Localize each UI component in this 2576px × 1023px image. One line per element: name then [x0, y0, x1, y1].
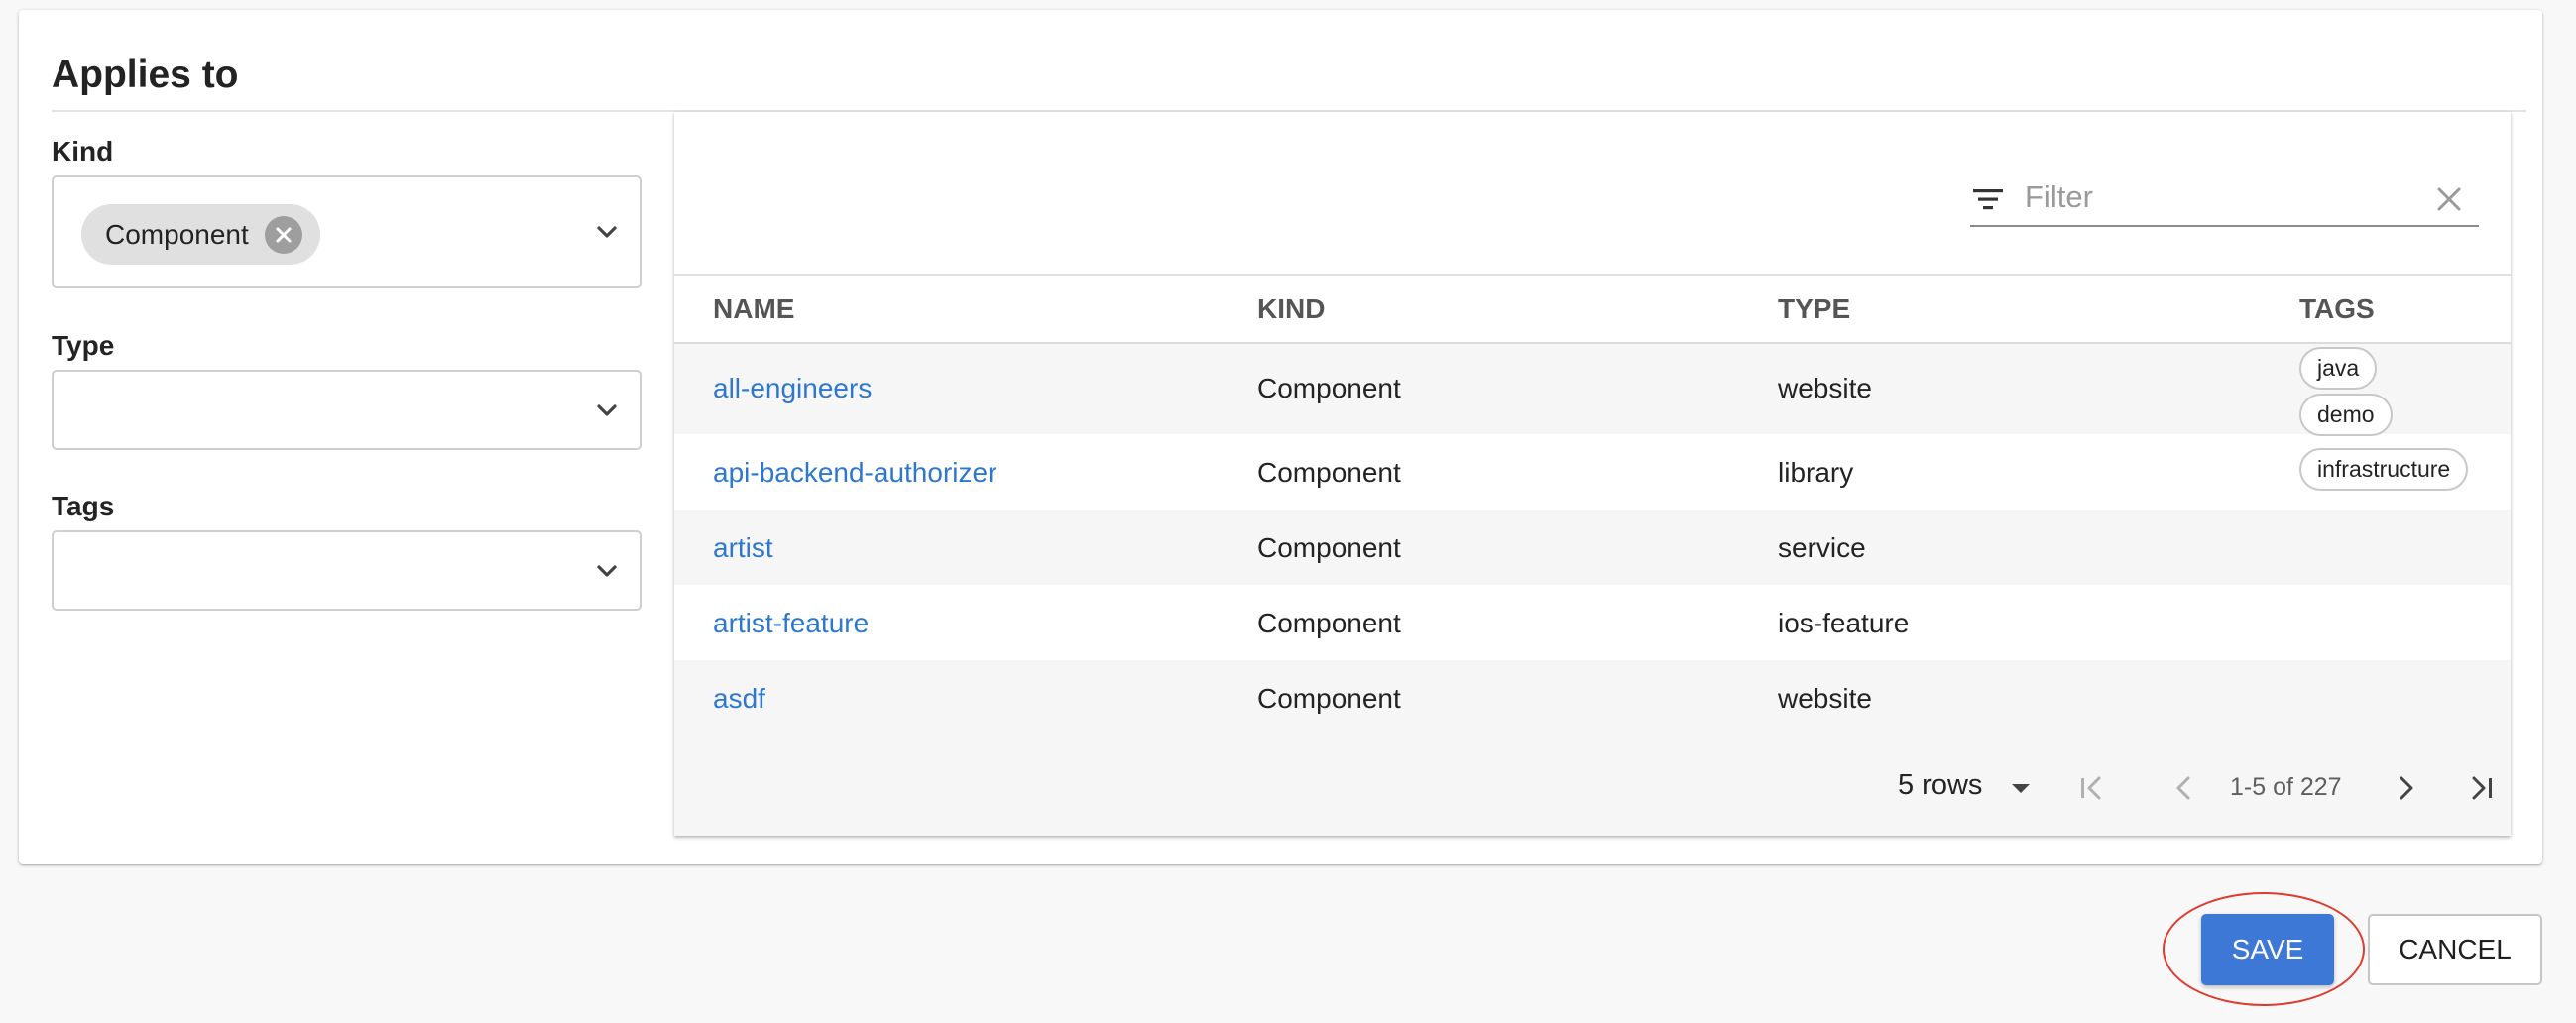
entity-table: NAME KIND TYPE TAGS all-engineers Compon…: [674, 112, 2511, 836]
chevron-right-icon[interactable]: [2386, 768, 2425, 808]
cancel-button[interactable]: CANCEL: [2368, 914, 2542, 985]
close-icon[interactable]: [2433, 183, 2465, 215]
table-row: all-engineers Component website java dem…: [674, 344, 2511, 436]
row-kind: Component: [1257, 608, 1401, 638]
header-divider: [674, 274, 2511, 276]
chevron-left-icon[interactable]: [2165, 768, 2204, 808]
row-type: service: [1778, 532, 1866, 563]
row-name-link[interactable]: asdf: [713, 683, 765, 715]
kind-label: Kind: [52, 136, 114, 167]
first-page-icon[interactable]: [2071, 768, 2111, 808]
card-title: Applies to: [52, 54, 239, 96]
kind-chip-label: Component: [105, 218, 249, 250]
filter-list-icon: [1973, 189, 2003, 210]
tag-chip: demo: [2299, 394, 2393, 436]
table-row: artist Component service: [674, 510, 2511, 585]
chevron-down-icon: [597, 226, 617, 238]
caret-down-icon[interactable]: [2009, 776, 2033, 800]
row-type: ios-feature: [1778, 608, 1910, 638]
table-filter: [1970, 170, 2479, 227]
rows-per-page-select[interactable]: 5 rows: [1898, 769, 1982, 802]
tags-label: Tags: [52, 491, 115, 521]
row-type: library: [1778, 457, 1854, 488]
chevron-down-icon: [597, 564, 617, 577]
row-kind: Component: [1257, 457, 1401, 488]
row-type: website: [1778, 373, 1872, 403]
column-header-kind[interactable]: KIND: [1257, 293, 1325, 325]
kind-select[interactable]: Component: [52, 175, 642, 288]
save-button[interactable]: SAVE: [2201, 914, 2334, 985]
column-header-name[interactable]: NAME: [713, 293, 794, 325]
filter-input[interactable]: [2025, 177, 2401, 217]
last-page-icon[interactable]: [2462, 768, 2502, 808]
chevron-down-icon: [597, 403, 617, 416]
tag-chip: infrastructure: [2299, 448, 2469, 491]
column-header-tags[interactable]: TAGS: [2299, 293, 2375, 325]
row-kind: Component: [1257, 683, 1401, 714]
table-row: asdf Component website: [674, 660, 2511, 836]
row-kind: Component: [1257, 373, 1401, 403]
tag-chip: java: [2299, 347, 2378, 390]
row-name-link[interactable]: api-backend-authorizer: [713, 457, 996, 489]
row-kind: Component: [1257, 532, 1401, 563]
row-name-link[interactable]: all-engineers: [713, 373, 872, 404]
type-select[interactable]: [52, 370, 642, 450]
table-row: api-backend-authorizer Component library…: [674, 434, 2511, 510]
pagination-range: 1-5 of 227: [2230, 773, 2342, 801]
applies-to-card: Applies to Kind Component Type Tags Filt…: [19, 10, 2542, 864]
row-name-link[interactable]: artist-feature: [713, 608, 869, 639]
table-row: artist-feature Component ios-feature: [674, 585, 2511, 660]
close-circle-icon[interactable]: [264, 215, 302, 254]
tags-select[interactable]: [52, 530, 642, 611]
kind-chip: Component: [81, 204, 320, 265]
row-type: website: [1778, 683, 1872, 714]
row-name-link[interactable]: artist: [713, 532, 773, 564]
column-header-type[interactable]: TYPE: [1778, 293, 1850, 325]
type-label: Type: [52, 330, 115, 361]
